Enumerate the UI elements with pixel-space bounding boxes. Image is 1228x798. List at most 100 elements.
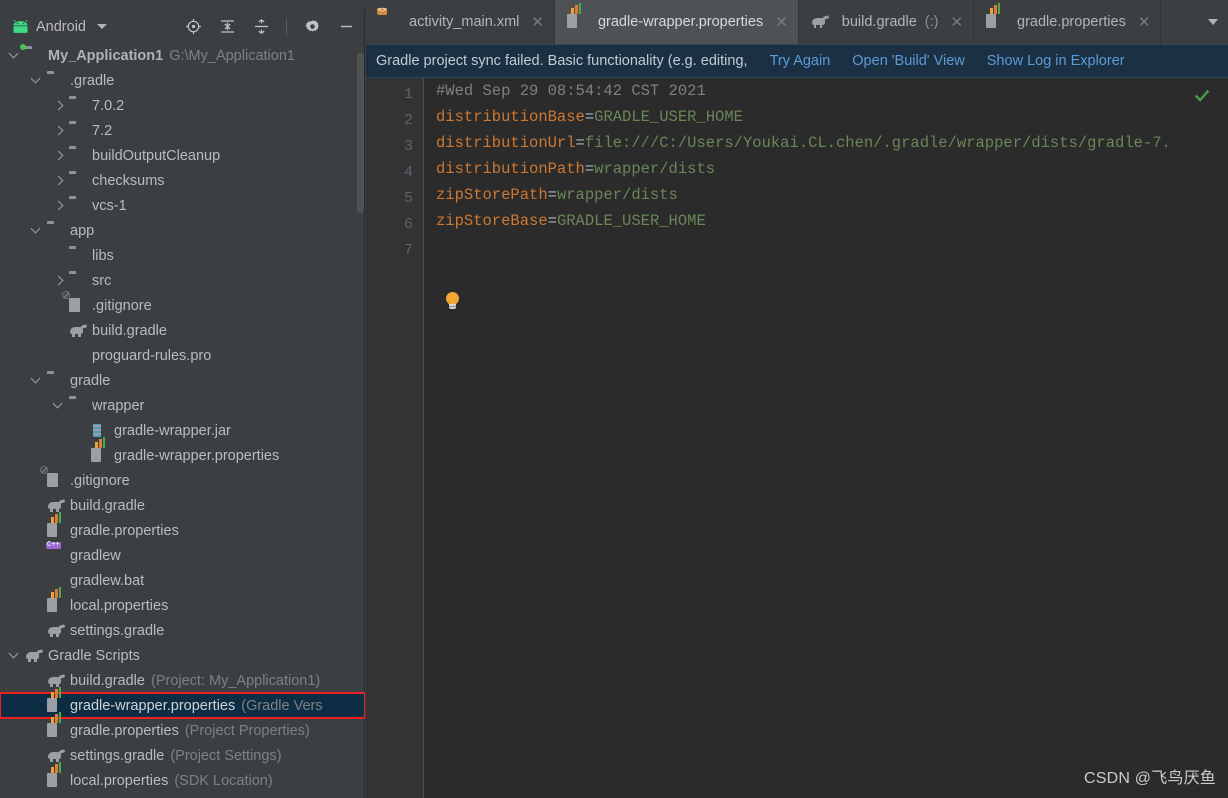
notification-link-try-again[interactable]: Try Again [770,53,831,69]
android-studio-window: Android My_Application1 G:\My_Applicatio… [0,0,1228,798]
code-line: distributionPath=wrapper/dists [436,156,1228,182]
code-line: distributionBase=GRADLE_USER_HOME [436,104,1228,130]
tree-row[interactable]: My_Application1 G:\My_Application1 [0,43,365,68]
tree-row-label: .gitignore [70,472,130,489]
checkmark-icon[interactable] [1194,88,1210,104]
chevron-down-icon[interactable] [8,649,21,662]
editor-scrollbar[interactable] [1216,78,1228,798]
tree-row[interactable]: .gitignore [0,465,365,493]
tree-row[interactable]: vcs-1 [0,193,365,218]
tree-row[interactable]: buildOutputCleanup [0,143,365,168]
chevron-right-icon[interactable] [52,124,65,137]
properties-file-icon [47,686,64,714]
code-property-key: distributionUrl [436,134,576,152]
sync-failed-notification: Gradle project sync failed. Basic functi… [366,44,1228,78]
close-icon[interactable]: ✕ [775,13,788,31]
code-editor[interactable]: 1 2 3 4 5 6 7 #Wed Sep 29 08:54:42 CST 2021 dis… [366,78,1228,798]
locate-target-icon[interactable] [184,18,202,36]
gradle-elephant-icon [47,623,66,639]
tree-row[interactable]: proguard-rules.pro [0,343,365,368]
notification-link-show-log[interactable]: Show Log in Explorer [987,53,1125,69]
chevron-down-icon[interactable] [30,224,43,237]
editor-tab[interactable]: gradle-wrapper.properties ✕ [554,0,799,44]
folder-icon [69,273,86,289]
tree-row-label: .gitignore [92,297,152,314]
code-property-key: zipStorePath [436,186,548,204]
tree-row-subtitle: G:\My_Application1 [169,47,295,64]
chevron-right-icon[interactable] [52,174,65,187]
tree-row-label: buildOutputCleanup [92,147,221,164]
tree-row[interactable]: settings.gradle [0,618,365,643]
text-file-icon[interactable] [1176,14,1193,30]
chevron-down-icon[interactable] [1208,19,1218,25]
editor-code-content[interactable]: #Wed Sep 29 08:54:42 CST 2021 distributio… [436,78,1228,798]
project-panel-toolbar [184,18,355,36]
close-icon[interactable]: ✕ [1138,13,1151,31]
tree-row[interactable]: gradle.properties [0,511,365,543]
folder-icon [69,248,86,264]
code-property-value: file:///C:/Users/Youkai.CL.chen/.gradle/… [584,134,1171,152]
chevron-down-icon[interactable] [30,74,43,87]
editor-tab-label: build.gradle [841,14,917,30]
chevron-down-icon[interactable] [52,399,65,412]
tree-row[interactable]: build.gradle [0,318,365,343]
tree-row[interactable]: gradle-wrapper.properties [0,436,365,468]
tree-row-label: settings.gradle [70,622,165,639]
project-view-label: Android [36,18,86,35]
gear-icon[interactable] [303,18,321,36]
gutter-separator [423,78,424,798]
properties-file-icon [986,3,1003,30]
notification-link-open-build-view[interactable]: Open 'Build' View [852,53,964,69]
tree-row[interactable]: gradle [0,368,365,393]
minimize-icon[interactable] [337,18,355,36]
tree-row[interactable]: 7.0.2 [0,93,365,118]
folder-project-icon [25,48,42,64]
tree-row-label: gradle-wrapper.properties [114,447,280,464]
editor-tab[interactable]: build.gradle (:) ✕ [799,0,975,44]
tree-row[interactable]: wrapper [0,393,365,418]
project-view-selector[interactable]: Android [0,19,107,35]
tree-row[interactable]: checksums [0,168,365,193]
chevron-right-icon[interactable] [52,274,65,287]
project-file-tree[interactable]: My_Application1 G:\My_Application1 .gradle… [0,43,365,798]
tree-row[interactable]: gradle.properties (Project Properties) [0,711,365,743]
tree-row[interactable]: local.properties (SDK Location) [0,761,365,793]
expand-all-icon[interactable] [218,18,236,36]
chevron-right-icon[interactable] [52,99,65,112]
editor-tabs-overflow [1166,0,1228,44]
chevron-down-icon[interactable] [30,374,43,387]
close-icon[interactable]: ✕ [531,13,544,31]
chevron-right-icon[interactable] [52,199,65,212]
tree-row[interactable]: libs [0,243,365,268]
editor-tab[interactable]: <> activity_main.xml ✕ [366,0,555,44]
properties-file-icon [47,711,64,739]
tree-row[interactable]: .gradle [0,68,365,93]
tree-row[interactable]: .gitignore [0,290,365,318]
gitignore-icon [62,290,86,314]
code-property-value: GRADLE_USER_HOME [594,108,743,126]
tree-row[interactable]: C++ gradlew [0,541,365,568]
tree-row[interactable]: gradle-wrapper.jar [0,418,365,443]
xml-layout-file-icon: <> [377,7,388,15]
tree-row[interactable]: Gradle Scripts [0,643,365,668]
folder-icon [69,398,86,414]
project-tree-scrollbar[interactable] [357,53,364,213]
tree-row-label: gradlew [70,547,121,564]
tree-row[interactable]: 7.2 [0,118,365,143]
tree-row-label: proguard-rules.pro [92,347,212,364]
close-icon[interactable]: ✕ [950,13,963,31]
tree-row[interactable]: local.properties [0,586,365,618]
code-equals: = [584,108,595,126]
tree-row[interactable]: app [0,218,365,243]
collapse-all-icon[interactable] [252,18,270,36]
code-property-value: GRADLE_USER_HOME [556,212,706,230]
tree-row[interactable]: src [0,268,365,293]
lightbulb-icon[interactable] [444,292,461,310]
chevron-down-icon[interactable] [8,49,21,62]
gradle-elephant-icon [69,323,88,339]
chevron-right-icon[interactable] [52,149,65,162]
editor-tab[interactable]: gradle.properties ✕ [974,0,1162,44]
editor-gutter[interactable]: 1 2 3 4 5 6 7 [366,78,423,798]
